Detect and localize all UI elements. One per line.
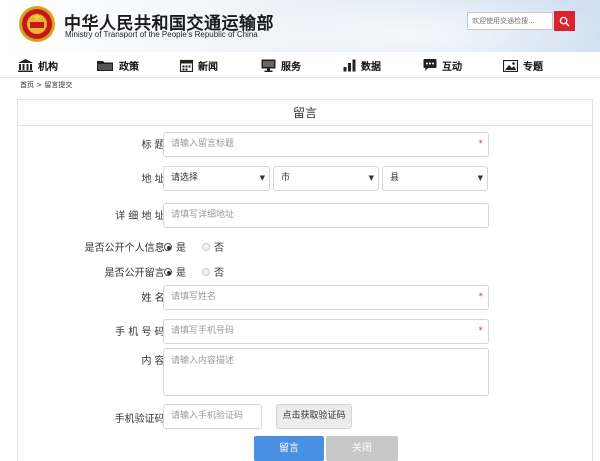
name-label: 姓 名: xyxy=(141,293,168,304)
subject-input[interactable]: 请输入留言标题 * xyxy=(163,132,489,157)
breadcrumb-separator: > xyxy=(34,81,45,89)
radio-label: 否 xyxy=(214,243,224,254)
breadcrumb: 首页 > 留言提交 xyxy=(20,80,72,90)
content-label: 内 容: xyxy=(141,356,168,367)
name-placeholder: 请填写姓名 xyxy=(171,292,217,302)
sms-code-input[interactable]: 请输入手机验证码 xyxy=(163,404,262,429)
nav-label: 新闻 xyxy=(198,62,218,73)
get-code-button[interactable]: 点击获取验证码 xyxy=(276,404,352,429)
nav-label: 服务 xyxy=(281,62,301,73)
public-message-radios: 是 否 xyxy=(164,264,224,279)
nav-label: 数据 xyxy=(361,62,381,73)
city-value: 市 xyxy=(281,173,291,183)
chevron-down-icon: ▼ xyxy=(368,174,374,182)
public-message-yes-radio[interactable] xyxy=(164,267,172,276)
county-select[interactable]: 县 ▼ xyxy=(382,166,488,191)
building-icon xyxy=(18,59,33,72)
search-icon xyxy=(559,16,570,27)
public-message-label: 是否公开留言: xyxy=(104,268,168,279)
public-info-no-radio[interactable] xyxy=(202,242,210,251)
radio-label: 是 xyxy=(176,268,186,279)
subject-placeholder: 请输入留言标题 xyxy=(171,139,235,149)
nav-item-policy[interactable]: 政策 xyxy=(97,58,139,73)
nav-label: 专题 xyxy=(523,62,543,73)
chevron-down-icon: ▼ xyxy=(477,174,483,182)
sms-code-label: 手机验证码: xyxy=(114,414,168,425)
public-info-yes-radio[interactable] xyxy=(164,242,172,251)
nav-item-news[interactable]: 新闻 xyxy=(180,58,218,73)
nav-label: 政策 xyxy=(119,62,139,73)
nav-item-topics[interactable]: 专题 xyxy=(503,58,543,73)
sms-code-placeholder: 请输入手机验证码 xyxy=(171,411,244,421)
site-header: 中华人民共和国交通运输部 Ministry of Transport of th… xyxy=(0,0,600,52)
content-textarea[interactable]: 请输入内容描述 xyxy=(163,348,489,396)
required-mark: * xyxy=(478,139,484,149)
folder-icon xyxy=(97,60,113,71)
subject-label: 标 题: xyxy=(141,140,168,151)
form-title: 留言 xyxy=(18,100,592,126)
nav-item-services[interactable]: 服务 xyxy=(261,58,301,73)
breadcrumb-current: 留言提交 xyxy=(44,81,73,89)
public-info-label: 是否公开个人信息: xyxy=(84,243,168,254)
chevron-down-icon: ▼ xyxy=(259,174,265,182)
nav-item-interaction[interactable]: 互动 xyxy=(423,58,462,73)
county-value: 县 xyxy=(390,173,400,183)
site-subtitle: Ministry of Transport of the People's Re… xyxy=(65,30,258,39)
public-message-no-radio[interactable] xyxy=(202,267,210,276)
image-icon xyxy=(503,59,518,72)
breadcrumb-home[interactable]: 首页 xyxy=(20,81,34,89)
submit-button[interactable]: 留言 xyxy=(254,436,324,461)
nav-label: 互动 xyxy=(442,62,462,73)
province-select[interactable]: 请选择 ▼ xyxy=(163,166,270,191)
required-mark: * xyxy=(478,326,484,336)
nav-label: 机构 xyxy=(38,62,58,73)
search-input[interactable] xyxy=(467,12,553,30)
national-emblem-icon[interactable] xyxy=(17,4,57,44)
radio-label: 是 xyxy=(176,243,186,254)
phone-input[interactable]: 请填写手机号码 * xyxy=(163,319,489,344)
province-value: 请选择 xyxy=(171,173,199,183)
nav-item-data[interactable]: 数据 xyxy=(343,58,381,73)
main-nav: 机构 政策 新闻 服务 数据 互动 专题 xyxy=(0,52,600,78)
close-button[interactable]: 关闭 xyxy=(326,436,398,461)
phone-placeholder: 请填写手机号码 xyxy=(171,326,235,336)
message-form-panel: 留言 标 题: 请输入留言标题 * 地 址: 请选择 ▼ 市 ▼ 县 ▼ 详 细… xyxy=(17,99,593,461)
city-select[interactable]: 市 ▼ xyxy=(273,166,379,191)
detail-address-placeholder: 请填写详细地址 xyxy=(171,210,235,220)
calendar-icon xyxy=(180,59,193,72)
required-mark: * xyxy=(478,292,484,302)
phone-label: 手 机 号 码: xyxy=(115,327,168,338)
chat-icon xyxy=(423,59,437,71)
detail-address-label: 详 细 地 址: xyxy=(115,211,168,222)
radio-label: 否 xyxy=(214,268,224,279)
bar-chart-icon xyxy=(343,59,356,72)
public-info-radios: 是 否 xyxy=(164,239,224,254)
content-placeholder: 请输入内容描述 xyxy=(171,356,235,366)
name-input[interactable]: 请填写姓名 * xyxy=(163,285,489,310)
nav-item-institutions[interactable]: 机构 xyxy=(18,58,58,73)
address-label: 地 址: xyxy=(141,174,168,185)
search-button[interactable] xyxy=(554,11,575,31)
monitor-icon xyxy=(261,59,276,72)
detail-address-input[interactable]: 请填写详细地址 xyxy=(163,203,489,228)
